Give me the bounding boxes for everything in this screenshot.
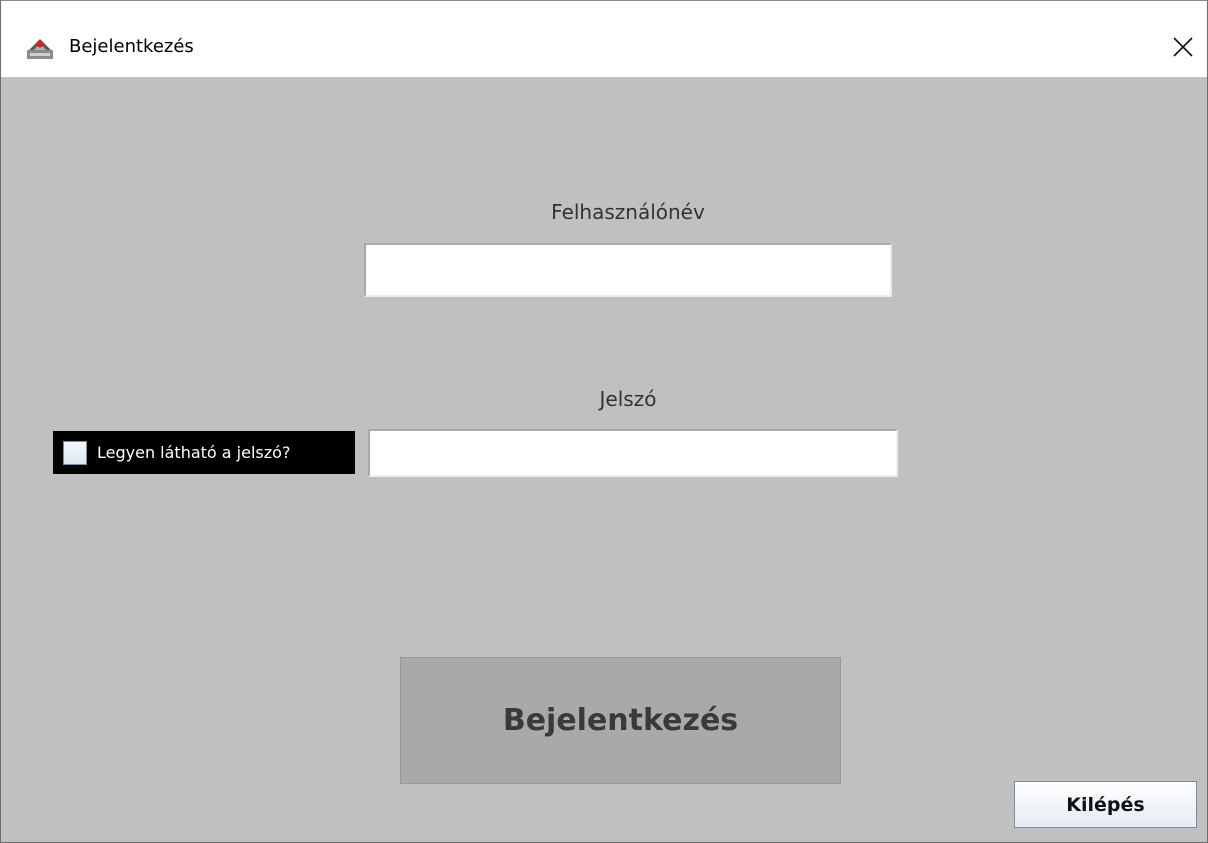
password-input[interactable] [368,429,898,477]
close-icon [1172,36,1194,62]
java-duke-icon [26,36,56,60]
login-button[interactable]: Bejelentkezés [400,657,841,784]
show-password-label: Legyen látható a jelszó? [97,443,291,462]
show-password-toggle[interactable]: Legyen látható a jelszó? [53,431,355,474]
username-label: Felhasználónév [551,200,705,224]
show-password-checkbox[interactable] [63,440,87,465]
close-button[interactable] [1159,29,1207,69]
title-bar: Bejelentkezés [1,1,1207,77]
exit-button[interactable]: Kilépés [1014,781,1197,828]
login-window: Bejelentkezés Felhasználónév Jelszó Legy… [0,0,1208,843]
password-label: Jelszó [599,387,657,411]
username-input[interactable] [364,243,892,297]
window-title: Bejelentkezés [69,36,194,57]
